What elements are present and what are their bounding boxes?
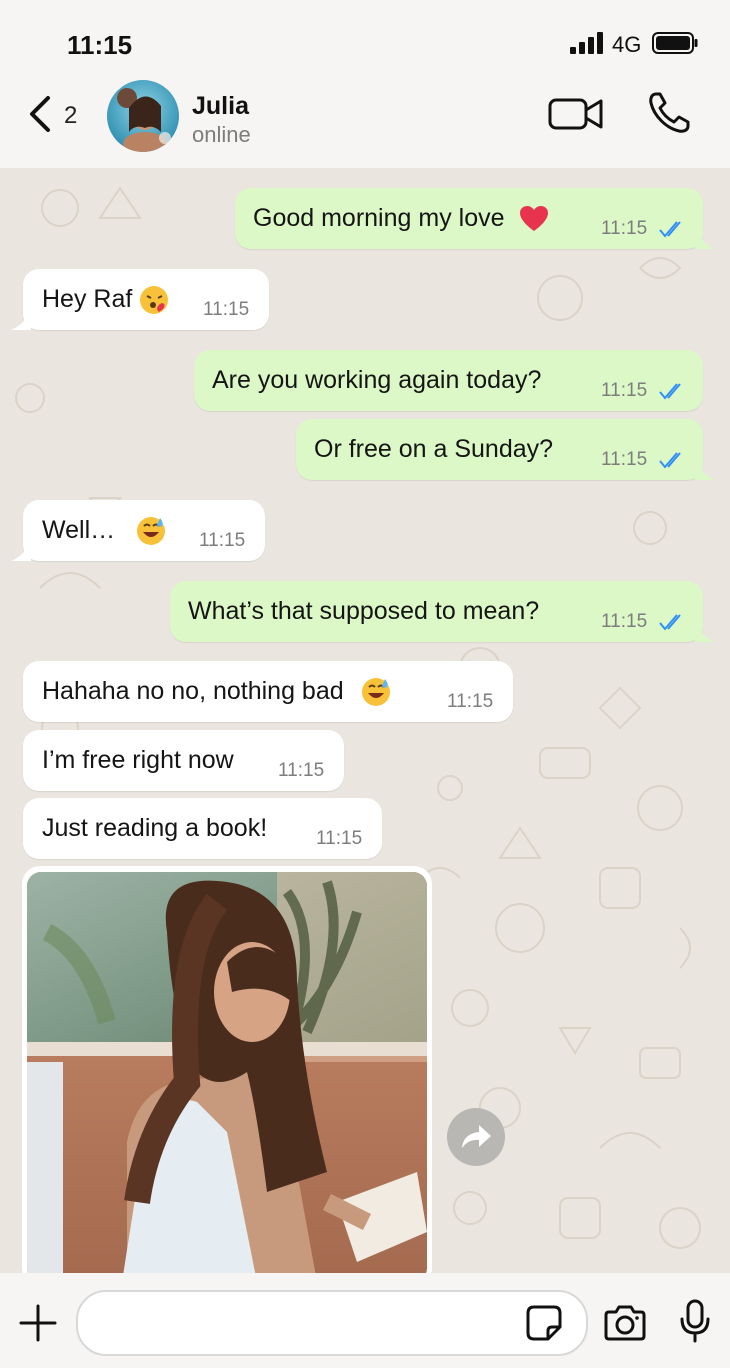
grinning-sweat-face-icon xyxy=(137,517,166,546)
bubble-tail xyxy=(695,622,715,642)
message-text: What’s that supposed to mean? xyxy=(188,597,540,625)
message-time: 11:15 xyxy=(601,218,648,239)
message-time: 11:15 xyxy=(601,611,648,632)
sticker-icon[interactable] xyxy=(524,1303,564,1343)
chat-screen: 11:15 4G 2 Julia online Good morning my … xyxy=(0,0,730,1368)
network-type: 4G xyxy=(612,32,642,57)
message-bubble[interactable]: Good morning my love 11:15 xyxy=(235,188,715,249)
message-text: Hey Raf xyxy=(42,285,169,315)
video-camera-icon[interactable] xyxy=(548,94,604,134)
presence-status: online xyxy=(192,122,251,147)
bubble-tail xyxy=(11,541,31,561)
heart-icon xyxy=(520,206,549,232)
message-text: I’m free right now xyxy=(42,746,234,774)
photo-message[interactable] xyxy=(22,866,432,1273)
microphone-icon[interactable] xyxy=(678,1299,712,1343)
grinning-sweat-face-icon xyxy=(361,678,390,707)
signal-icon xyxy=(570,32,603,54)
chevron-left-icon[interactable] xyxy=(24,94,56,134)
message-time: 11:15 xyxy=(203,299,250,320)
message-text: Or free on a Sunday? xyxy=(314,435,554,463)
bubble-tail xyxy=(11,310,31,330)
message-bubble[interactable]: Hey Raf 11:15 xyxy=(11,269,269,330)
unread-count[interactable]: 2 xyxy=(64,102,77,130)
status-time: 11:15 xyxy=(67,30,133,60)
message-time: 11:15 xyxy=(601,380,648,401)
message-time: 11:15 xyxy=(316,828,363,849)
avatar[interactable] xyxy=(107,80,179,152)
message-text: Well… xyxy=(42,516,166,546)
message-bubble[interactable]: What’s that supposed to mean? 11:15 xyxy=(170,581,715,642)
message-time: 11:15 xyxy=(447,691,494,712)
message-text: Good morning my love xyxy=(253,204,549,233)
contact-name[interactable]: Julia xyxy=(192,92,249,121)
shared-photo[interactable] xyxy=(27,872,427,1273)
message-bubble[interactable]: Hahaha no no, nothing bad 11:15 xyxy=(23,661,513,722)
double-check-icon xyxy=(659,614,681,631)
chat-header: 2 Julia online xyxy=(0,80,730,168)
status-bar: 11:15 4G xyxy=(0,0,730,80)
message-list[interactable]: Good morning my love 11:15 Hey Raf 11:15… xyxy=(0,168,730,1273)
bubble-tail xyxy=(695,229,715,249)
double-check-icon xyxy=(659,452,681,469)
bubble-tail xyxy=(695,460,715,480)
message-text: Hahaha no no, nothing bad xyxy=(42,677,391,707)
plus-icon[interactable] xyxy=(18,1303,58,1343)
message-bubble[interactable]: Well… 11:15 xyxy=(11,500,265,561)
message-bubble[interactable]: Are you working again today? 11:15 xyxy=(194,350,703,411)
battery-icon xyxy=(652,32,698,54)
composer-bar xyxy=(0,1273,730,1368)
message-text: Are you working again today? xyxy=(212,366,542,394)
camera-icon[interactable] xyxy=(602,1303,648,1343)
message-time: 11:15 xyxy=(278,760,325,781)
message-time: 11:15 xyxy=(199,530,246,551)
double-check-icon xyxy=(659,383,681,400)
message-bubble[interactable]: Or free on a Sunday? 11:15 xyxy=(296,419,715,480)
double-check-icon xyxy=(659,221,681,238)
kissing-face-icon xyxy=(140,286,169,315)
message-time: 11:15 xyxy=(601,449,648,470)
phone-icon[interactable] xyxy=(644,90,692,138)
message-input[interactable] xyxy=(76,1290,588,1356)
message-bubble[interactable]: I’m free right now 11:15 xyxy=(23,730,344,791)
message-bubble[interactable]: Just reading a book! 11:15 xyxy=(23,798,382,859)
share-arrow-icon[interactable] xyxy=(447,1108,505,1166)
message-text: Just reading a book! xyxy=(42,814,268,842)
